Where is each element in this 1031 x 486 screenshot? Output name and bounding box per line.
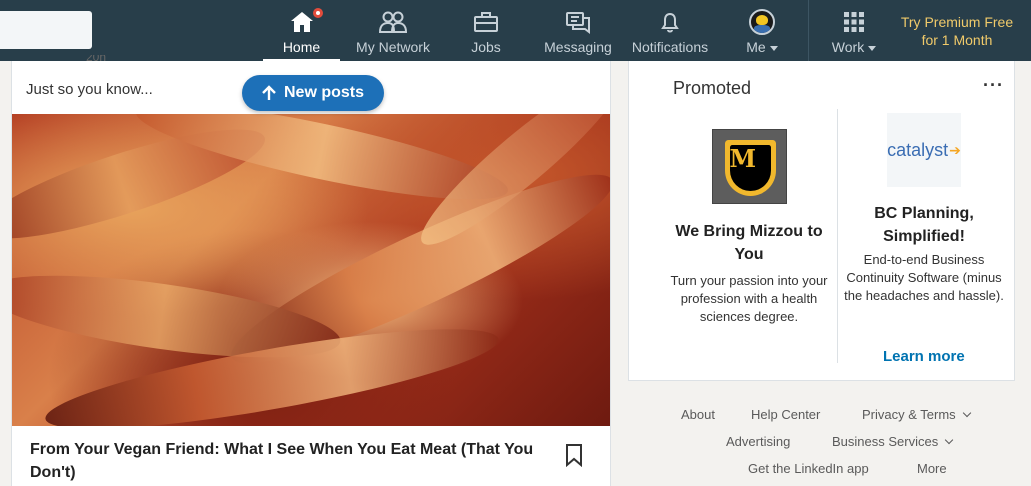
ad-divider bbox=[837, 109, 838, 363]
new-posts-label: New posts bbox=[283, 84, 364, 101]
nav-notifications[interactable]: Notifications bbox=[628, 0, 712, 61]
briefcase-icon bbox=[473, 9, 499, 35]
avatar bbox=[749, 9, 775, 35]
try-premium-link[interactable]: Try Premium Free for 1 Month bbox=[893, 13, 1021, 49]
ad-mizzou[interactable]: M We Bring Mizzou to You Turn your passi… bbox=[665, 129, 833, 326]
article-title[interactable]: From Your Vegan Friend: What I See When … bbox=[30, 438, 550, 484]
catalyst-logo: catalyst ➔ bbox=[887, 113, 961, 187]
more-options-icon[interactable]: ··· bbox=[983, 76, 1004, 94]
nav-divider bbox=[808, 0, 809, 61]
footer-link-get-app[interactable]: Get the LinkedIn app bbox=[748, 461, 869, 476]
ad-body: Turn your passion into your profession w… bbox=[670, 273, 828, 324]
global-nav: Home My Network Jobs Messaging Notificat… bbox=[0, 0, 1031, 61]
nav-label-my-network: My Network bbox=[356, 39, 430, 55]
search-input[interactable] bbox=[0, 11, 92, 49]
chevron-down-icon bbox=[769, 45, 778, 51]
promoted-heading: Promoted bbox=[673, 78, 752, 98]
ad-title: We Bring Mizzou to You bbox=[675, 223, 823, 263]
nav-label-me: Me bbox=[746, 39, 766, 55]
nav-home[interactable]: Home bbox=[263, 0, 340, 61]
mizzou-logo: M bbox=[711, 129, 787, 204]
chevron-down-icon bbox=[868, 45, 877, 51]
nav-label-home: Home bbox=[282, 39, 321, 55]
footer-link-about[interactable]: About bbox=[681, 407, 715, 422]
new-posts-button[interactable]: New posts bbox=[242, 75, 384, 111]
nav-me-label-wrap: Me bbox=[746, 39, 778, 55]
premium-line-1: Try Premium Free bbox=[900, 14, 1014, 30]
post-commentary: Just so you know... bbox=[26, 81, 153, 98]
nav-label-jobs: Jobs bbox=[471, 39, 501, 55]
nav-my-network[interactable]: My Network bbox=[352, 0, 434, 61]
chevron-down-icon bbox=[944, 435, 954, 444]
nav-jobs[interactable]: Jobs bbox=[465, 0, 507, 61]
bell-icon bbox=[658, 9, 682, 35]
learn-more-button[interactable]: Learn more bbox=[883, 348, 965, 365]
article-image[interactable] bbox=[12, 114, 610, 426]
premium-line-2: for 1 Month bbox=[921, 32, 993, 48]
ad-catalyst[interactable]: catalyst ➔ BC Planning, Simplified! End-t… bbox=[843, 113, 1005, 305]
avatar-wrap bbox=[749, 9, 775, 35]
nav-work[interactable]: Work bbox=[828, 0, 880, 61]
footer-link-privacy-terms[interactable]: Privacy & Terms bbox=[862, 407, 971, 422]
chevron-down-icon bbox=[962, 408, 971, 417]
promoted-card: Promoted ··· M We Bring Mizzou to You Tu… bbox=[628, 61, 1015, 381]
nav-label-notifications: Notifications bbox=[631, 39, 709, 55]
home-icon bbox=[289, 6, 325, 35]
footer-link-advertising[interactable]: Advertising bbox=[726, 434, 790, 449]
bookmark-icon[interactable] bbox=[565, 443, 583, 468]
ad-body: End-to-end Business Continuity Software … bbox=[844, 252, 1004, 303]
grid-icon bbox=[842, 9, 866, 35]
post-timestamp: 20h bbox=[86, 55, 107, 64]
ad-title: BC Planning, Simplified! bbox=[874, 205, 974, 245]
nav-label-work: Work bbox=[831, 39, 865, 55]
footer-link-business-services[interactable]: Business Services bbox=[832, 434, 954, 449]
arrow-up-icon bbox=[262, 85, 276, 100]
chat-icon bbox=[565, 9, 591, 35]
footer-link-more[interactable]: More bbox=[917, 461, 947, 476]
nav-me[interactable]: Me bbox=[742, 0, 782, 61]
footer-link-help-center[interactable]: Help Center bbox=[751, 407, 820, 422]
notification-dot bbox=[310, 6, 325, 20]
nav-label-messaging: Messaging bbox=[544, 39, 612, 55]
nav-work-label-wrap: Work bbox=[831, 39, 877, 55]
nav-messaging[interactable]: Messaging bbox=[540, 0, 616, 61]
people-icon bbox=[378, 9, 408, 35]
feed-post: 20h Just so you know... From Your Vegan … bbox=[11, 55, 611, 486]
